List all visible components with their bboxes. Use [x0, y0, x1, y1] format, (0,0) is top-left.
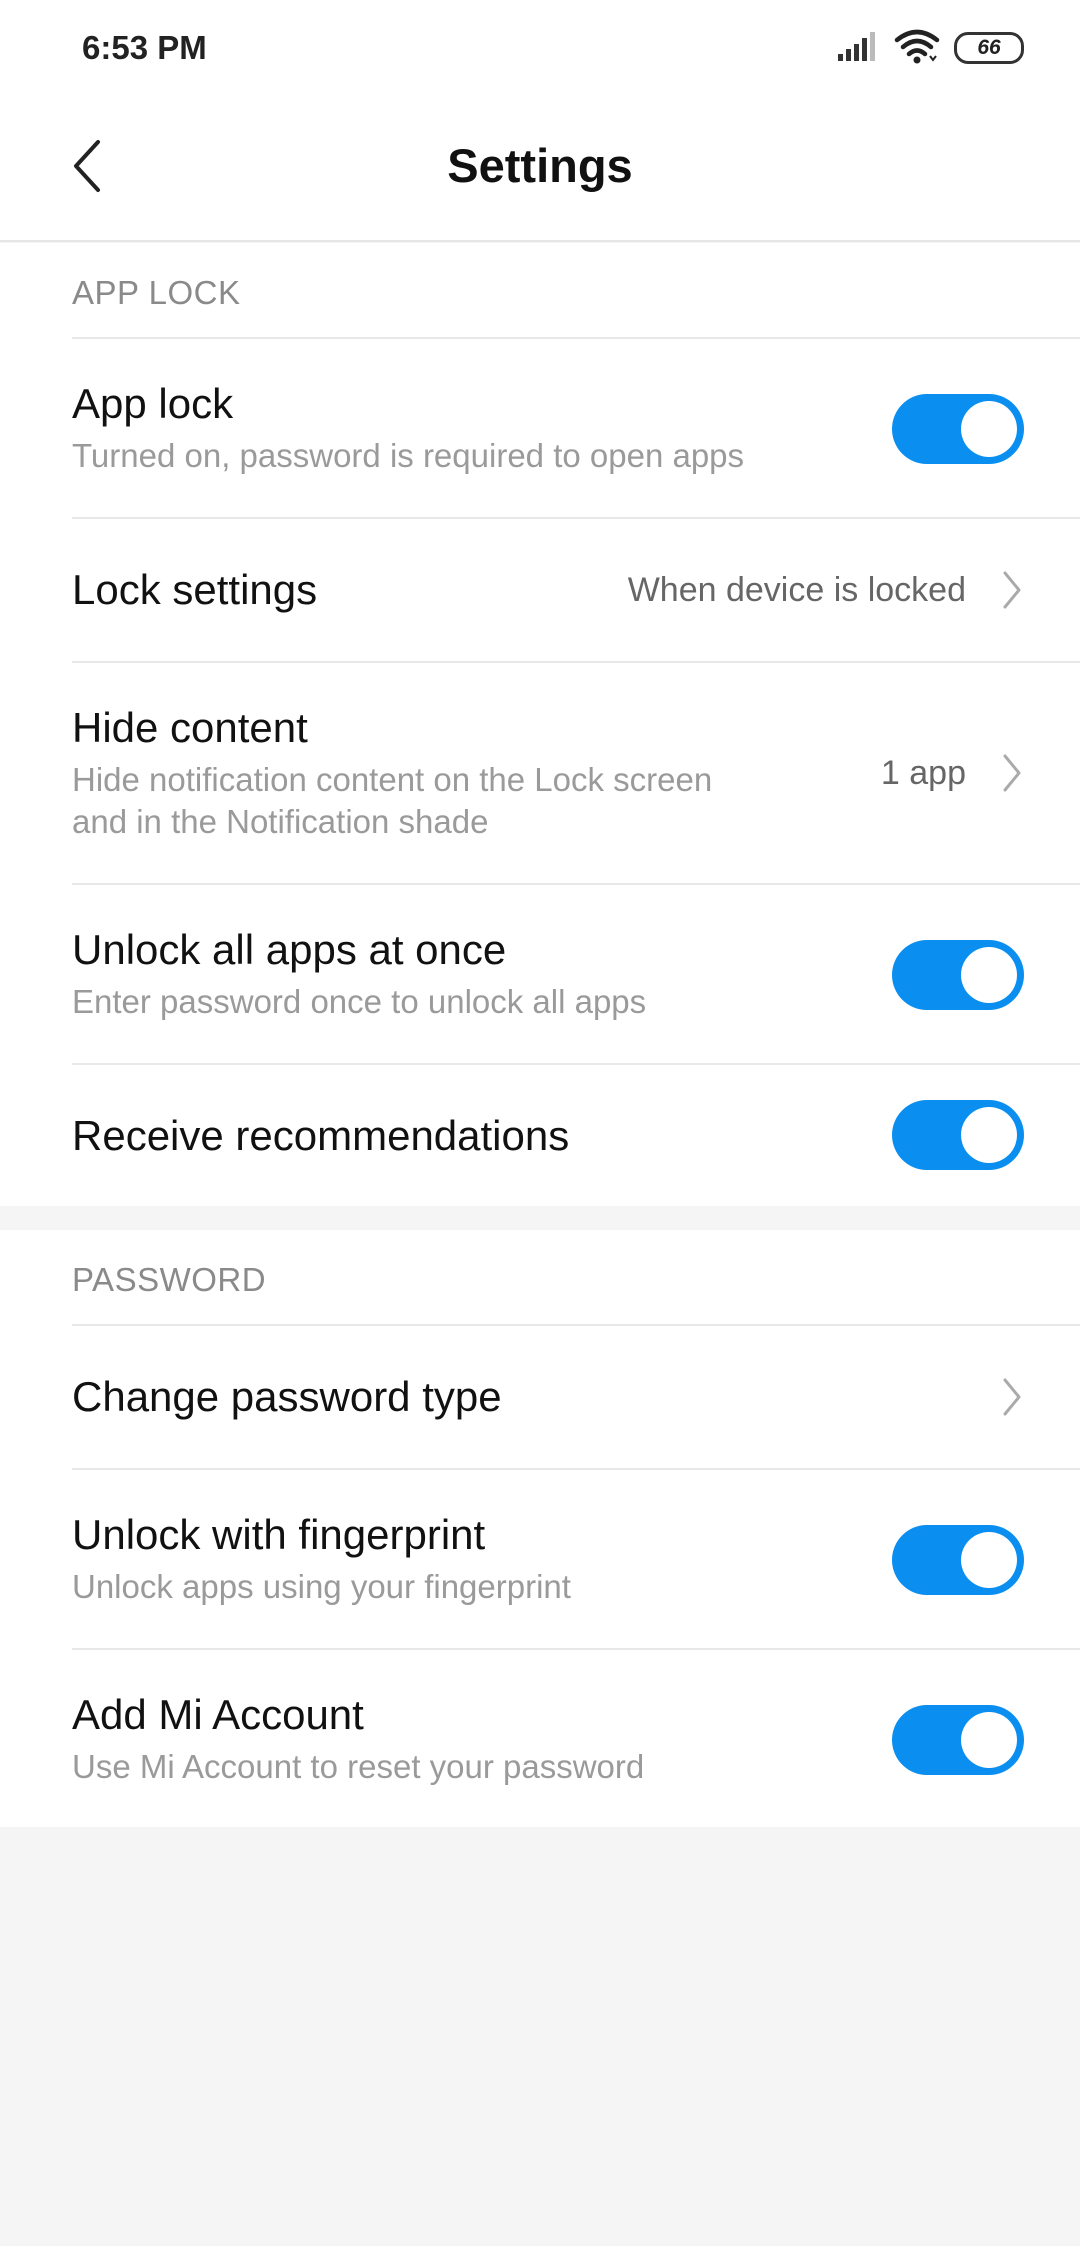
chevron-right-icon: [992, 1372, 1032, 1422]
status-bar: 6:53 PM 66: [0, 0, 1080, 100]
toggle-knob: [961, 401, 1017, 457]
wifi-icon: [894, 28, 940, 69]
row-title: Add Mi Account: [72, 1691, 364, 1738]
row-title: Change password type: [72, 1373, 502, 1420]
row-change-password-type[interactable]: Change password type: [72, 1324, 1080, 1468]
signal-icon: [836, 30, 880, 67]
row-title: Unlock with fingerprint: [72, 1511, 486, 1558]
status-time: 6:53 PM: [82, 29, 207, 66]
title-bar: Settings: [0, 100, 1080, 242]
toggle-knob: [961, 1532, 1017, 1588]
toggle-knob: [961, 1712, 1017, 1768]
chevron-right-icon: [992, 748, 1032, 798]
row-app-lock[interactable]: App lock Turned on, password is required…: [72, 337, 1080, 517]
toggle-knob: [961, 947, 1017, 1003]
row-add-mi-account[interactable]: Add Mi Account Use Mi Account to reset y…: [72, 1648, 1080, 1827]
app-lock-toggle[interactable]: [892, 394, 1024, 464]
chevron-right-icon: [992, 565, 1032, 615]
row-lock-settings[interactable]: Lock settings When device is locked: [72, 517, 1080, 661]
row-value: When device is locked: [627, 571, 966, 609]
row-subtitle-line2: and in the Notification shade: [72, 803, 489, 840]
section-header-password: PASSWORD: [72, 1261, 267, 1298]
row-title: Hide content: [72, 704, 308, 751]
row-title: Receive recommendations: [72, 1112, 570, 1159]
row-unlock-all-apps[interactable]: Unlock all apps at once Enter password o…: [72, 883, 1080, 1063]
row-receive-recommendations[interactable]: Receive recommendations: [72, 1063, 1080, 1206]
row-unlock-fingerprint[interactable]: Unlock with fingerprint Unlock apps usin…: [72, 1468, 1080, 1648]
battery-icon: 66: [954, 32, 1024, 64]
add-mi-account-toggle[interactable]: [892, 1705, 1024, 1775]
page-title: Settings: [447, 139, 633, 192]
row-hide-content[interactable]: Hide content Hide notification content o…: [72, 661, 1080, 883]
status-icons: 66: [836, 26, 1024, 70]
section-header-app-lock: APP LOCK: [72, 274, 241, 311]
row-title: Unlock all apps at once: [72, 926, 507, 973]
unlock-fingerprint-toggle[interactable]: [892, 1525, 1024, 1595]
receive-recommendations-toggle[interactable]: [892, 1100, 1024, 1170]
row-title: Lock settings: [72, 566, 318, 613]
row-subtitle: Use Mi Account to reset your password: [72, 1748, 645, 1785]
unlock-all-apps-toggle[interactable]: [892, 940, 1024, 1010]
toggle-knob: [961, 1107, 1017, 1163]
row-value: 1 app: [880, 754, 966, 792]
row-subtitle: Turned on, password is required to open …: [72, 437, 745, 474]
section-password: PASSWORD Change password type Unlock wit…: [0, 1230, 1080, 1827]
row-subtitle: Enter password once to unlock all apps: [72, 983, 647, 1020]
section-app-lock: APP LOCK App lock Turned on, password is…: [0, 243, 1080, 1206]
row-subtitle-line1: Hide notification content on the Lock sc…: [72, 761, 713, 798]
row-subtitle: Unlock apps using your fingerprint: [72, 1568, 571, 1605]
row-title: App lock: [72, 380, 234, 427]
